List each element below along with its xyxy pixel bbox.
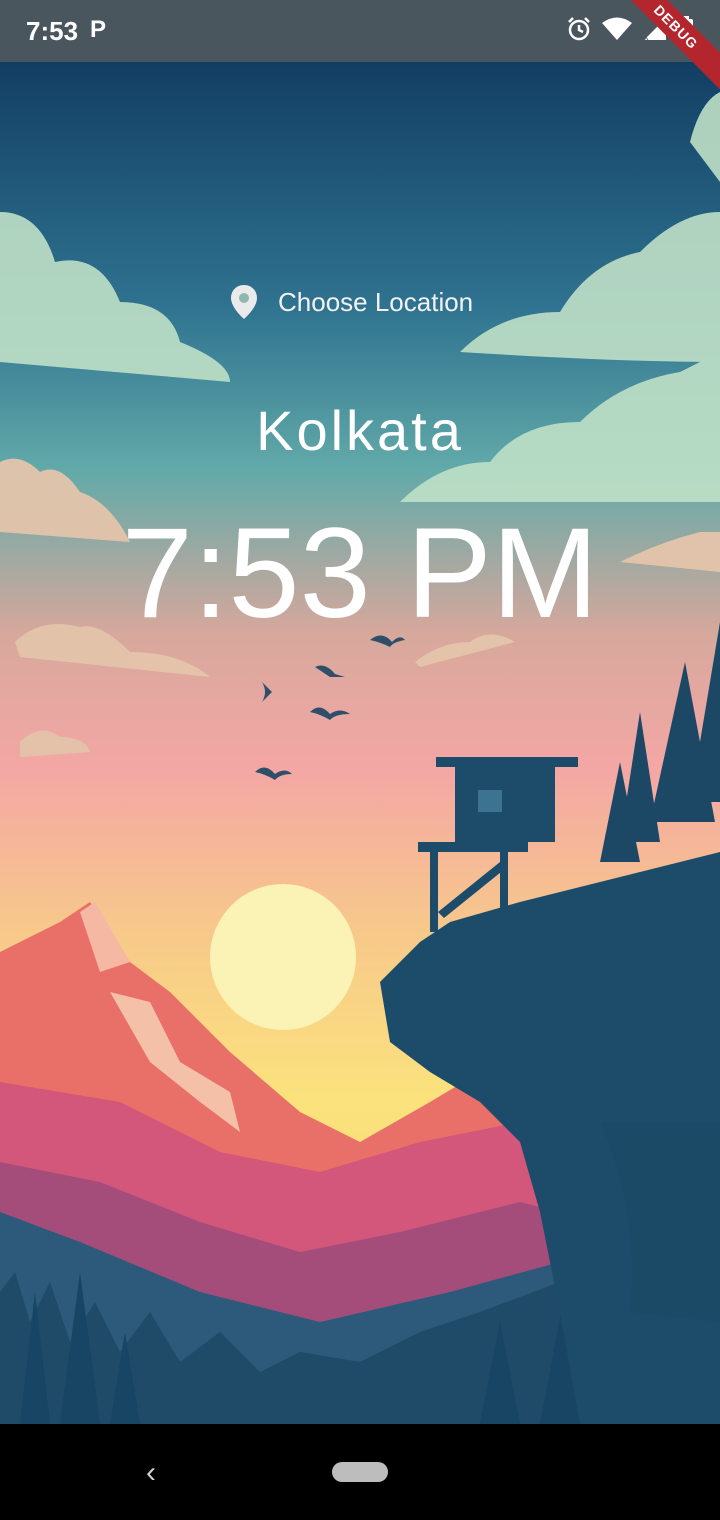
background-illustration	[0, 62, 720, 1424]
home-pill-icon[interactable]	[332, 1462, 388, 1482]
choose-location-button[interactable]: Choose Location	[230, 284, 473, 320]
city-name: Kolkata	[256, 399, 464, 462]
wifi-icon	[602, 17, 632, 40]
landscape-illustration	[0, 62, 720, 1424]
notification-p-icon: P	[90, 16, 107, 43]
status-bar: 7:53 P x	[0, 0, 720, 62]
status-time: 7:53	[26, 16, 79, 46]
choose-location-label: Choose Location	[278, 286, 474, 317]
alarm-icon	[568, 17, 590, 41]
svg-text:x: x	[644, 32, 649, 42]
location-pin-icon	[231, 285, 257, 319]
current-time: 7:53 PM	[121, 502, 599, 645]
back-chevron-icon[interactable]: ‹	[146, 1456, 156, 1490]
